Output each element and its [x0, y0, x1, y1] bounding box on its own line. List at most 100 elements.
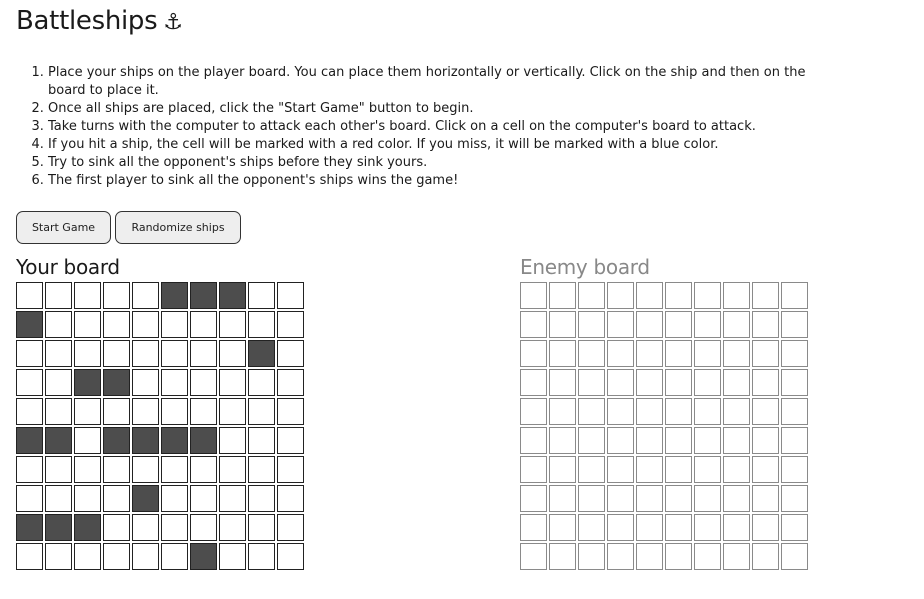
player-ship-cell[interactable] [190, 543, 217, 570]
enemy-cell[interactable] [752, 369, 779, 396]
enemy-cell[interactable] [607, 485, 634, 512]
player-cell[interactable] [277, 427, 304, 454]
enemy-cell[interactable] [723, 543, 750, 570]
enemy-cell[interactable] [549, 311, 576, 338]
enemy-cell[interactable] [607, 456, 634, 483]
enemy-cell[interactable] [636, 340, 663, 367]
player-ship-cell[interactable] [16, 427, 43, 454]
player-cell[interactable] [219, 514, 246, 541]
player-cell[interactable] [190, 485, 217, 512]
enemy-cell[interactable] [549, 485, 576, 512]
enemy-cell[interactable] [520, 340, 547, 367]
enemy-cell[interactable] [781, 398, 808, 425]
player-cell[interactable] [219, 311, 246, 338]
enemy-cell[interactable] [781, 485, 808, 512]
enemy-cell[interactable] [549, 398, 576, 425]
player-cell[interactable] [132, 282, 159, 309]
player-cell[interactable] [103, 514, 130, 541]
enemy-cell[interactable] [723, 456, 750, 483]
enemy-cell[interactable] [520, 398, 547, 425]
player-cell[interactable] [103, 485, 130, 512]
player-cell[interactable] [103, 282, 130, 309]
enemy-cell[interactable] [636, 543, 663, 570]
enemy-cell[interactable] [578, 282, 605, 309]
enemy-cell[interactable] [578, 543, 605, 570]
player-cell[interactable] [248, 456, 275, 483]
player-cell[interactable] [45, 456, 72, 483]
enemy-cell[interactable] [578, 514, 605, 541]
enemy-cell[interactable] [520, 514, 547, 541]
player-ship-cell[interactable] [45, 427, 72, 454]
player-cell[interactable] [277, 485, 304, 512]
enemy-cell[interactable] [549, 369, 576, 396]
enemy-cell[interactable] [723, 398, 750, 425]
player-cell[interactable] [74, 456, 101, 483]
player-cell[interactable] [161, 456, 188, 483]
randomize-ships-button[interactable]: Randomize ships [115, 211, 241, 244]
enemy-cell[interactable] [781, 369, 808, 396]
player-cell[interactable] [74, 427, 101, 454]
player-cell[interactable] [74, 543, 101, 570]
player-cell[interactable] [277, 340, 304, 367]
enemy-cell[interactable] [723, 485, 750, 512]
enemy-cell[interactable] [607, 282, 634, 309]
player-cell[interactable] [248, 311, 275, 338]
enemy-cell[interactable] [752, 456, 779, 483]
player-cell[interactable] [132, 514, 159, 541]
player-cell[interactable] [74, 311, 101, 338]
player-ship-cell[interactable] [219, 282, 246, 309]
player-cell[interactable] [277, 311, 304, 338]
enemy-cell[interactable] [665, 398, 692, 425]
enemy-cell[interactable] [723, 340, 750, 367]
enemy-cell[interactable] [520, 427, 547, 454]
player-ship-cell[interactable] [248, 340, 275, 367]
player-board[interactable] [16, 282, 304, 570]
enemy-cell[interactable] [578, 369, 605, 396]
player-cell[interactable] [103, 340, 130, 367]
player-cell[interactable] [16, 543, 43, 570]
enemy-cell[interactable] [520, 369, 547, 396]
player-cell[interactable] [103, 543, 130, 570]
player-ship-cell[interactable] [74, 514, 101, 541]
player-ship-cell[interactable] [132, 485, 159, 512]
enemy-cell[interactable] [607, 369, 634, 396]
player-cell[interactable] [190, 456, 217, 483]
enemy-cell[interactable] [781, 543, 808, 570]
player-cell[interactable] [45, 369, 72, 396]
enemy-cell[interactable] [752, 427, 779, 454]
enemy-cell[interactable] [752, 311, 779, 338]
enemy-cell[interactable] [520, 456, 547, 483]
player-cell[interactable] [190, 369, 217, 396]
player-cell[interactable] [219, 369, 246, 396]
player-cell[interactable] [248, 427, 275, 454]
enemy-cell[interactable] [549, 543, 576, 570]
enemy-cell[interactable] [723, 514, 750, 541]
player-cell[interactable] [248, 543, 275, 570]
player-cell[interactable] [45, 340, 72, 367]
player-cell[interactable] [248, 282, 275, 309]
enemy-cell[interactable] [694, 311, 721, 338]
enemy-cell[interactable] [607, 311, 634, 338]
enemy-cell[interactable] [578, 398, 605, 425]
player-cell[interactable] [277, 282, 304, 309]
enemy-cell[interactable] [665, 369, 692, 396]
enemy-cell[interactable] [694, 427, 721, 454]
enemy-cell[interactable] [665, 543, 692, 570]
player-cell[interactable] [45, 282, 72, 309]
enemy-board[interactable] [520, 282, 808, 570]
player-cell[interactable] [190, 398, 217, 425]
enemy-cell[interactable] [694, 340, 721, 367]
player-cell[interactable] [16, 282, 43, 309]
player-cell[interactable] [248, 514, 275, 541]
player-cell[interactable] [103, 456, 130, 483]
player-cell[interactable] [219, 427, 246, 454]
player-ship-cell[interactable] [190, 282, 217, 309]
enemy-cell[interactable] [723, 369, 750, 396]
player-cell[interactable] [132, 369, 159, 396]
enemy-cell[interactable] [549, 427, 576, 454]
enemy-cell[interactable] [636, 485, 663, 512]
enemy-cell[interactable] [578, 311, 605, 338]
enemy-cell[interactable] [607, 398, 634, 425]
player-cell[interactable] [277, 369, 304, 396]
player-ship-cell[interactable] [103, 369, 130, 396]
